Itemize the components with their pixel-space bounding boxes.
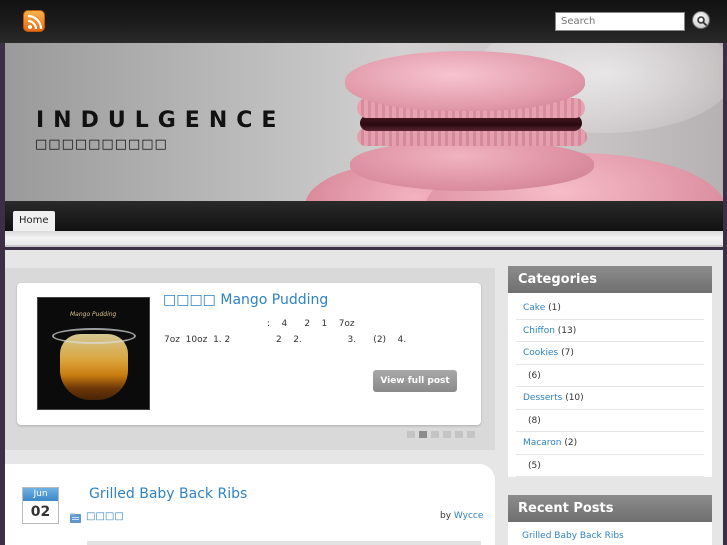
post-author-link[interactable]: Wycce [454, 511, 484, 521]
top-bar [0, 0, 727, 43]
featured-image[interactable]: Mango Pudding [37, 297, 150, 410]
rss-icon[interactable] [23, 10, 45, 32]
post-author: by Wycce [440, 511, 483, 521]
category-count: (7) [561, 348, 574, 358]
featured-excerpt: : 4 2 1 7oz 7oz 10oz 1. 2 2 2. 3. (2) 4. [164, 316, 464, 348]
category-count: (5) [528, 460, 541, 471]
category-item: Macaron (2) [516, 432, 704, 455]
post-by-label: by [440, 511, 452, 521]
recent-posts-title: Recent Posts [508, 495, 712, 522]
post-title[interactable]: Grilled Baby Back Ribs [89, 486, 247, 502]
category-count: (1) [548, 303, 561, 313]
recent-post-link[interactable]: Grilled Baby Back Ribs [508, 525, 712, 545]
category-link[interactable]: Chiffon [523, 326, 555, 336]
slider-dot[interactable] [455, 431, 463, 438]
search-icon[interactable] [692, 11, 710, 29]
main-nav: Home [5, 201, 723, 231]
category-link[interactable]: Cookies [523, 348, 558, 358]
category-count: (6) [528, 370, 541, 381]
recent-posts-widget: Recent Posts Grilled Baby Back Ribs [508, 495, 712, 545]
featured-image-caption: Mango Pudding [70, 311, 117, 318]
post-date-month: Jun [23, 488, 58, 501]
category-item: (5) [516, 455, 704, 477]
post-date-day: 02 [30, 504, 51, 520]
slider-dot[interactable] [467, 431, 475, 438]
folder-icon [70, 513, 81, 523]
view-full-post-button[interactable]: View full post [373, 370, 457, 392]
category-item: (6) [516, 365, 704, 387]
search-input[interactable] [555, 12, 685, 31]
post-category-link[interactable]: □□□□ [86, 511, 124, 522]
categories-list: Cake (1) Chiffon (13) Cookies (7) (6) Desser… [508, 293, 712, 477]
slider-dot[interactable] [443, 431, 451, 438]
slider-pagination [407, 431, 479, 439]
post-card [5, 464, 495, 545]
slider-dot[interactable] [407, 431, 415, 438]
post-date: Jun 02 [22, 487, 59, 524]
category-count: (10) [565, 393, 584, 403]
featured-title[interactable]: □□□□ Mango Pudding [163, 292, 328, 308]
excerpt-line: 7oz 10oz 1. 2 2 2. 3. (2) 4. [164, 335, 407, 345]
pudding-cup-rim [52, 328, 136, 344]
category-item: Cake (1) [516, 297, 704, 320]
category-count: (13) [557, 325, 577, 336]
category-count: (2) [564, 438, 578, 448]
recent-posts-list: Grilled Baby Back Ribs [508, 522, 712, 545]
nav-item-home[interactable]: Home [13, 211, 55, 231]
category-item: (8) [516, 410, 704, 432]
category-item: Desserts (10) [516, 387, 704, 410]
category-link[interactable]: Desserts [523, 393, 562, 403]
excerpt-line: : 4 2 1 7oz [164, 319, 355, 329]
post-divider [87, 541, 481, 545]
slider-dot[interactable] [431, 431, 439, 438]
categories-title: Categories [508, 266, 712, 293]
category-link[interactable]: Macaron [523, 438, 561, 448]
category-item: Chiffon (13) [516, 320, 704, 342]
categories-widget: Categories Cake (1) Chiffon (13) Cookies (… [508, 266, 712, 477]
slider-dot[interactable] [419, 431, 427, 438]
macaron-image [350, 141, 594, 191]
category-item: Cookies (7) [516, 342, 704, 365]
site-title[interactable]: INDULGENCE [36, 108, 285, 133]
nav-subbar [5, 231, 723, 247]
category-count: (8) [528, 415, 541, 426]
macaron-image [345, 51, 585, 111]
site-description: □□□□□□□□□□ [35, 137, 168, 152]
category-link[interactable]: Cake [523, 303, 545, 313]
